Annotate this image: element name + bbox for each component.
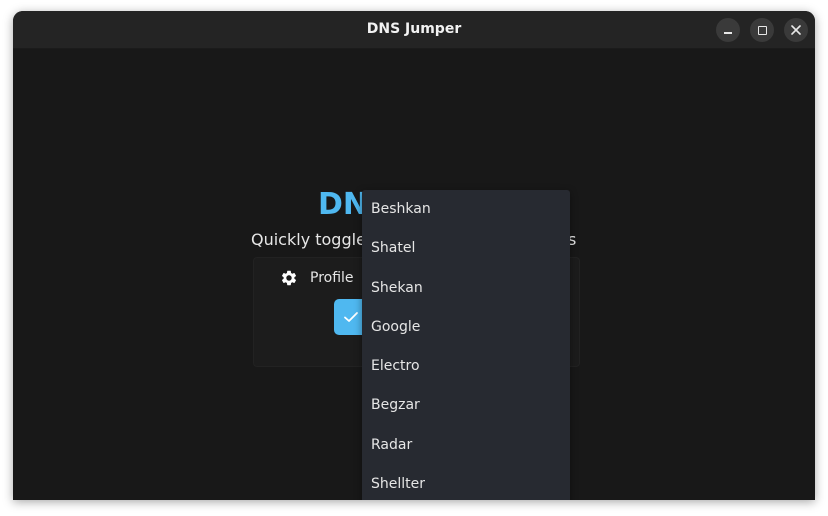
profile-label: Profile: [310, 270, 354, 286]
dropdown-item-shekan[interactable]: Shekan: [362, 269, 570, 308]
title-bar[interactable]: DNS Jumper: [13, 11, 815, 49]
gear-icon: [281, 270, 297, 286]
dropdown-item-shellter[interactable]: Shellter: [362, 465, 570, 500]
dropdown-item-beshkan[interactable]: Beshkan: [362, 190, 570, 229]
maximize-button[interactable]: [750, 18, 774, 42]
close-button[interactable]: [784, 18, 808, 42]
dropdown-item-google[interactable]: Google: [362, 308, 570, 347]
dropdown-item-radar[interactable]: Radar: [362, 426, 570, 465]
dropdown-item-electro[interactable]: Electro: [362, 347, 570, 386]
check-icon: [344, 312, 358, 322]
app-heading: DN: [318, 187, 369, 222]
maximize-icon: [757, 25, 767, 35]
window-title: DNS Jumper: [366, 21, 462, 37]
profile-dropdown-menu[interactable]: Beshkan Shatel Shekan Google Electro Beg…: [362, 190, 570, 500]
minimize-button[interactable]: [716, 18, 740, 42]
dropdown-item-begzar[interactable]: Begzar: [362, 386, 570, 425]
app-window: DNS Jumper DN Quickly toggle s Profile B…: [13, 11, 815, 500]
main-content: DN Quickly toggle s Profile Beshkan Shat…: [13, 49, 815, 500]
dropdown-item-shatel[interactable]: Shatel: [362, 229, 570, 268]
app-subtitle: Quickly toggle: [251, 230, 366, 249]
close-icon: [791, 25, 801, 35]
minimize-icon: [724, 32, 732, 34]
profile-row[interactable]: Profile: [280, 269, 354, 287]
